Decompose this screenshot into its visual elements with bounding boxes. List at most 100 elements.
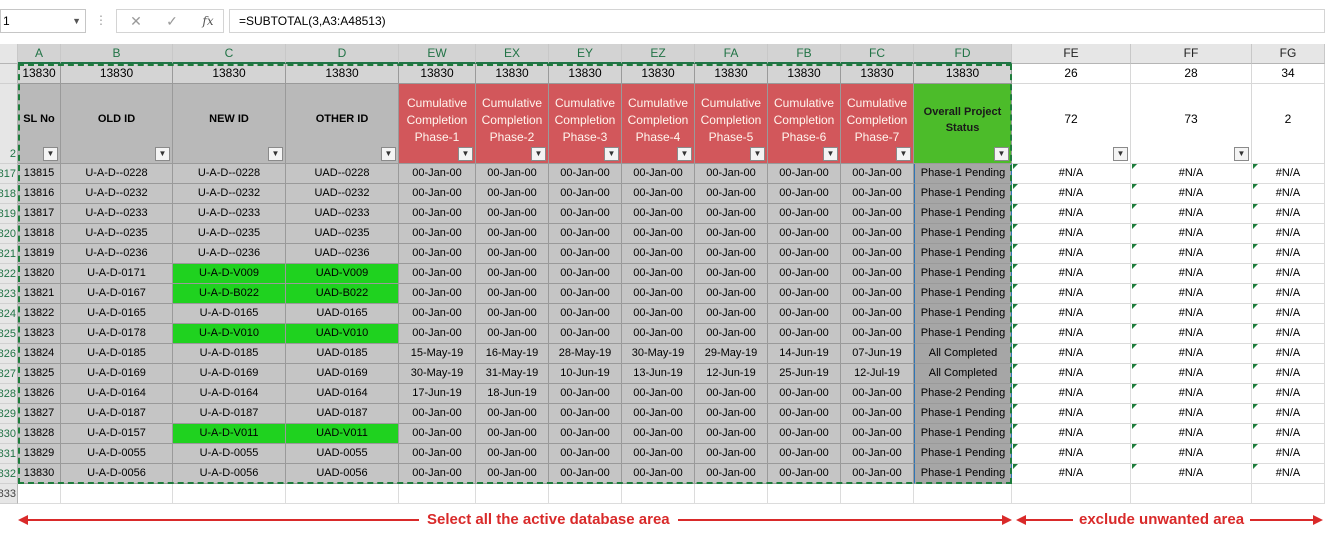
subtotal-count-cell[interactable]: 26: [1012, 64, 1131, 84]
cancel-icon[interactable]: ✕: [123, 12, 149, 30]
table-cell[interactable]: Phase-1 Pending: [914, 164, 1012, 184]
error-cell[interactable]: #N/A: [1131, 364, 1252, 384]
table-header-cell[interactable]: OTHER ID ▼: [286, 84, 399, 164]
table-header-cell[interactable]: OLD ID ▼: [61, 84, 173, 164]
empty-cell[interactable]: [61, 484, 173, 504]
row-header[interactable]: 3820: [0, 224, 18, 244]
error-cell[interactable]: #N/A: [1252, 224, 1325, 244]
table-cell[interactable]: 00-Jan-00: [476, 244, 549, 264]
table-cell[interactable]: 00-Jan-00: [622, 184, 695, 204]
table-cell[interactable]: Phase-1 Pending: [914, 404, 1012, 424]
table-cell[interactable]: 00-Jan-00: [622, 264, 695, 284]
subtotal-count-cell[interactable]: 13830: [695, 64, 768, 84]
table-cell[interactable]: 00-Jan-00: [768, 304, 841, 324]
table-cell[interactable]: 00-Jan-00: [695, 424, 768, 444]
table-cell[interactable]: UAD-V009: [286, 264, 399, 284]
error-cell[interactable]: #N/A: [1252, 464, 1325, 484]
subtotal-count-cell[interactable]: 13830: [476, 64, 549, 84]
table-cell[interactable]: Phase-1 Pending: [914, 284, 1012, 304]
empty-cell[interactable]: [399, 484, 476, 504]
table-cell[interactable]: 13-Jun-19: [622, 364, 695, 384]
column-header-ex[interactable]: EX: [476, 44, 549, 64]
table-cell[interactable]: 00-Jan-00: [695, 444, 768, 464]
table-header-cell[interactable]: SL No ▼: [18, 84, 61, 164]
table-cell[interactable]: U-A-D-0169: [173, 364, 286, 384]
empty-cell[interactable]: [841, 484, 914, 504]
table-cell[interactable]: U-A-D--0235: [61, 224, 173, 244]
row-header[interactable]: 3830: [0, 424, 18, 444]
row-header[interactable]: 3824: [0, 304, 18, 324]
table-cell[interactable]: 00-Jan-00: [841, 304, 914, 324]
table-cell[interactable]: Phase-1 Pending: [914, 244, 1012, 264]
table-cell[interactable]: 00-Jan-00: [476, 184, 549, 204]
error-cell[interactable]: #N/A: [1131, 304, 1252, 324]
table-cell[interactable]: 00-Jan-00: [399, 164, 476, 184]
error-cell[interactable]: #N/A: [1131, 244, 1252, 264]
table-cell[interactable]: 00-Jan-00: [549, 284, 622, 304]
filter-dropdown-icon[interactable]: ▼: [43, 147, 58, 161]
table-cell[interactable]: UAD--0235: [286, 224, 399, 244]
empty-cell[interactable]: [622, 484, 695, 504]
table-cell[interactable]: 13823: [18, 324, 61, 344]
empty-cell[interactable]: [549, 484, 622, 504]
error-cell[interactable]: #N/A: [1131, 404, 1252, 424]
table-cell[interactable]: 00-Jan-00: [695, 304, 768, 324]
more-options-icon[interactable]: ⋮: [95, 13, 107, 27]
error-cell[interactable]: #N/A: [1012, 324, 1131, 344]
error-cell[interactable]: #N/A: [1012, 244, 1131, 264]
table-cell[interactable]: 00-Jan-00: [768, 264, 841, 284]
table-cell[interactable]: 00-Jan-00: [622, 304, 695, 324]
empty-cell[interactable]: [1012, 484, 1131, 504]
table-cell[interactable]: Phase-1 Pending: [914, 184, 1012, 204]
column-header-ez[interactable]: EZ: [622, 44, 695, 64]
table-cell[interactable]: 07-Jun-19: [841, 344, 914, 364]
table-cell[interactable]: U-A-D-0056: [173, 464, 286, 484]
error-cell[interactable]: #N/A: [1252, 384, 1325, 404]
row-header[interactable]: 3827: [0, 364, 18, 384]
table-cell[interactable]: 10-Jun-19: [549, 364, 622, 384]
table-cell[interactable]: 00-Jan-00: [841, 444, 914, 464]
table-cell[interactable]: Phase-1 Pending: [914, 204, 1012, 224]
table-cell[interactable]: U-A-D-0157: [61, 424, 173, 444]
table-header-cell[interactable]: Cumulative Completion Phase-7 ▼: [841, 84, 914, 164]
filter-dropdown-icon[interactable]: ▼: [677, 147, 692, 161]
table-cell[interactable]: Phase-1 Pending: [914, 464, 1012, 484]
insert-function-icon[interactable]: fx: [195, 12, 221, 30]
filter-dropdown-icon[interactable]: ▼: [268, 147, 283, 161]
table-cell[interactable]: 00-Jan-00: [768, 424, 841, 444]
error-cell[interactable]: #N/A: [1131, 444, 1252, 464]
error-cell[interactable]: #N/A: [1131, 344, 1252, 364]
filter-dropdown-icon[interactable]: ▼: [1234, 147, 1249, 161]
table-cell[interactable]: U-A-D--0233: [173, 204, 286, 224]
table-cell[interactable]: 00-Jan-00: [622, 284, 695, 304]
table-cell[interactable]: 00-Jan-00: [695, 384, 768, 404]
table-cell[interactable]: 00-Jan-00: [841, 324, 914, 344]
error-cell[interactable]: #N/A: [1252, 344, 1325, 364]
table-cell[interactable]: 00-Jan-00: [768, 284, 841, 304]
error-cell[interactable]: #N/A: [1252, 204, 1325, 224]
table-cell[interactable]: 00-Jan-00: [768, 464, 841, 484]
table-cell[interactable]: U-A-D-0171: [61, 264, 173, 284]
table-cell[interactable]: 00-Jan-00: [768, 244, 841, 264]
column-header-ey[interactable]: EY: [549, 44, 622, 64]
filter-dropdown-icon[interactable]: ▼: [458, 147, 473, 161]
table-header-cell[interactable]: 73 ▼: [1131, 84, 1252, 164]
subtotal-count-cell[interactable]: 13830: [914, 64, 1012, 84]
table-cell[interactable]: 00-Jan-00: [476, 324, 549, 344]
error-cell[interactable]: #N/A: [1252, 164, 1325, 184]
error-cell[interactable]: #N/A: [1131, 424, 1252, 444]
table-cell[interactable]: 13819: [18, 244, 61, 264]
table-header-cell[interactable]: Cumulative Completion Phase-1 ▼: [399, 84, 476, 164]
error-cell[interactable]: #N/A: [1131, 284, 1252, 304]
row-header[interactable]: 3817: [0, 164, 18, 184]
row-header[interactable]: 3821: [0, 244, 18, 264]
table-cell[interactable]: 12-Jun-19: [695, 364, 768, 384]
table-cell[interactable]: 13815: [18, 164, 61, 184]
table-cell[interactable]: UAD--0233: [286, 204, 399, 224]
error-cell[interactable]: #N/A: [1131, 384, 1252, 404]
table-cell[interactable]: Phase-2 Pending: [914, 384, 1012, 404]
error-cell[interactable]: #N/A: [1012, 204, 1131, 224]
table-cell[interactable]: UAD-V011: [286, 424, 399, 444]
table-cell[interactable]: 00-Jan-00: [768, 404, 841, 424]
filter-dropdown-icon[interactable]: ▼: [1113, 147, 1128, 161]
